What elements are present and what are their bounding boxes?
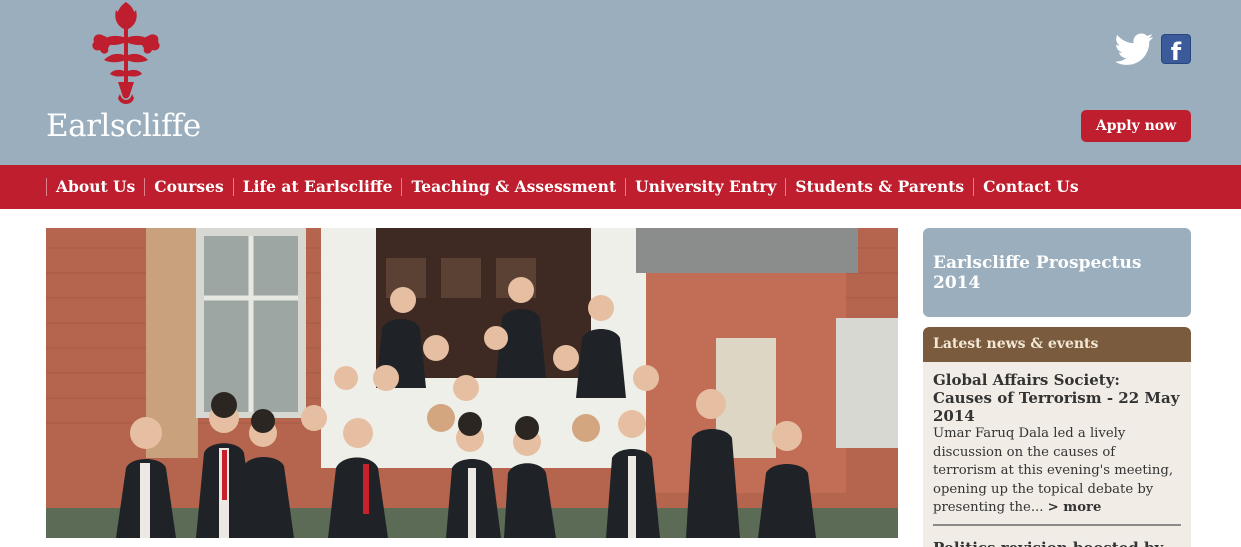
nav-item-university-entry[interactable]: University Entry [625, 178, 785, 196]
facebook-icon[interactable]: f [1161, 34, 1191, 64]
news-item-title[interactable]: Global Affairs Society: Causes of Terror… [933, 371, 1181, 425]
logo[interactable]: Earlscliffe [46, 0, 211, 150]
news-more-link[interactable]: > more [1048, 500, 1102, 515]
news-heading: Latest news & events [923, 327, 1191, 362]
news-list: Global Affairs Society: Causes of Terror… [923, 362, 1191, 547]
rose-emblem-icon [76, 0, 176, 108]
nav-item-life-at-earlscliffe[interactable]: Life at Earlscliffe [233, 178, 402, 196]
main-navigation: About Us Courses Life at Earlscliffe Tea… [0, 165, 1241, 209]
prospectus-banner[interactable]: Earlscliffe Prospectus 2014 [923, 228, 1191, 317]
logo-wordmark: Earlscliffe [46, 108, 201, 144]
nav-item-teaching-assessment[interactable]: Teaching & Assessment [401, 178, 625, 196]
apply-now-button[interactable]: Apply now [1081, 110, 1191, 142]
hero-photo [46, 228, 898, 538]
news-item-title[interactable]: Politics revision boosted by [933, 539, 1181, 547]
news-divider [933, 524, 1181, 526]
news-item-excerpt: Umar Faruq Dala led a lively discussion … [933, 425, 1181, 518]
twitter-icon[interactable] [1116, 33, 1154, 65]
nav-item-courses[interactable]: Courses [144, 178, 232, 196]
news-panel: Latest news & events Global Affairs Soci… [923, 327, 1191, 547]
nav-item-contact-us[interactable]: Contact Us [973, 178, 1087, 196]
site-header: Earlscliffe f Apply now [0, 0, 1241, 165]
nav-item-students-parents[interactable]: Students & Parents [785, 178, 973, 196]
nav-item-about-us[interactable]: About Us [46, 178, 144, 196]
